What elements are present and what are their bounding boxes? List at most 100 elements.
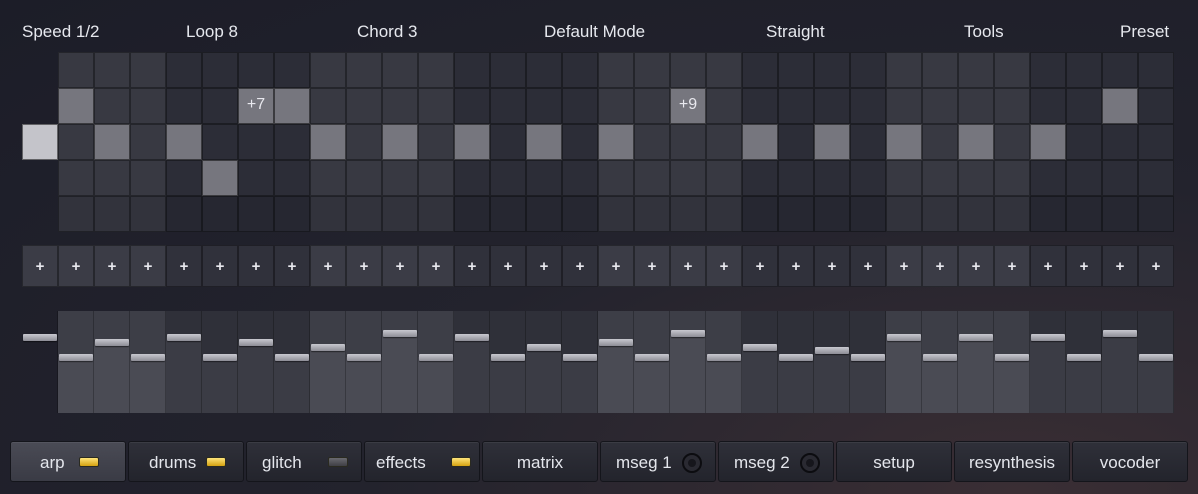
note-cell[interactable] [238, 52, 274, 88]
note-cell[interactable] [130, 52, 166, 88]
active-note[interactable] [454, 124, 490, 160]
velocity-lane[interactable] [562, 311, 598, 413]
velocity-handle[interactable] [1103, 330, 1137, 338]
velocity-handle[interactable] [563, 353, 597, 361]
add-step-button[interactable]: + [202, 245, 238, 287]
velocity-handle[interactable] [455, 333, 489, 341]
velocity-handle[interactable] [635, 353, 669, 361]
add-step-button[interactable]: + [1030, 245, 1066, 287]
note-cell[interactable] [958, 88, 994, 124]
note-cell[interactable] [94, 88, 130, 124]
note-cell[interactable] [562, 124, 598, 160]
note-cell[interactable] [58, 52, 94, 88]
add-step-button[interactable]: + [454, 245, 490, 287]
note-cell[interactable] [922, 196, 958, 232]
note-cell[interactable] [706, 160, 742, 196]
add-step-button[interactable]: + [814, 245, 850, 287]
velocity-lane[interactable] [850, 311, 886, 413]
active-note[interactable] [814, 124, 850, 160]
note-cell[interactable] [706, 88, 742, 124]
active-note[interactable] [598, 124, 634, 160]
note-cell[interactable] [58, 160, 94, 196]
velocity-lane[interactable] [814, 311, 850, 413]
note-cell[interactable] [202, 124, 238, 160]
note-cell[interactable] [526, 88, 562, 124]
add-step-button[interactable]: + [1066, 245, 1102, 287]
note-cell[interactable] [850, 160, 886, 196]
velocity-handle[interactable] [815, 346, 849, 354]
note-cell[interactable] [454, 160, 490, 196]
add-step-button[interactable]: + [418, 245, 454, 287]
note-cell[interactable] [346, 52, 382, 88]
note-cell[interactable] [274, 160, 310, 196]
velocity-lane[interactable] [346, 311, 382, 413]
note-cell[interactable] [742, 52, 778, 88]
note-cell[interactable] [958, 52, 994, 88]
add-step-button[interactable]: + [670, 245, 706, 287]
note-cell[interactable] [310, 52, 346, 88]
velocity-lane[interactable] [58, 311, 94, 413]
note-cell[interactable] [742, 160, 778, 196]
add-step-button[interactable]: + [274, 245, 310, 287]
velocity-handle[interactable] [851, 353, 885, 361]
note-cell[interactable] [850, 52, 886, 88]
active-note[interactable] [886, 124, 922, 160]
velocity-handle[interactable] [1031, 333, 1065, 341]
add-step-button[interactable]: + [742, 245, 778, 287]
note-cell[interactable] [886, 196, 922, 232]
add-step-button[interactable]: + [562, 245, 598, 287]
add-step-button[interactable]: + [94, 245, 130, 287]
add-step-button[interactable]: + [886, 245, 922, 287]
velocity-handle[interactable] [491, 353, 525, 361]
note-cell[interactable] [670, 196, 706, 232]
note-cell[interactable] [526, 160, 562, 196]
note-cell[interactable] [202, 52, 238, 88]
active-note[interactable] [1030, 124, 1066, 160]
note-cell[interactable] [382, 196, 418, 232]
note-cell[interactable] [1030, 88, 1066, 124]
tab-resynthesis[interactable]: resynthesis [954, 441, 1070, 482]
note-cell[interactable] [778, 88, 814, 124]
add-step-button[interactable]: + [1138, 245, 1174, 287]
note-cell[interactable] [886, 88, 922, 124]
note-cell[interactable] [1066, 52, 1102, 88]
tab-mseg-2[interactable]: mseg 2 [718, 441, 834, 482]
speed-menu[interactable]: Speed 1/2 [22, 22, 100, 42]
note-cell[interactable] [310, 196, 346, 232]
note-cell[interactable] [526, 196, 562, 232]
note-cell[interactable] [94, 52, 130, 88]
add-step-button[interactable]: + [58, 245, 94, 287]
note-cell[interactable] [382, 160, 418, 196]
velocity-lane[interactable] [922, 311, 958, 413]
active-note[interactable] [274, 88, 310, 124]
velocity-handle[interactable] [131, 353, 165, 361]
note-cell[interactable] [130, 88, 166, 124]
add-step-button[interactable]: + [238, 245, 274, 287]
note-cell[interactable] [1066, 88, 1102, 124]
add-step-button[interactable]: + [778, 245, 814, 287]
add-step-button[interactable]: + [382, 245, 418, 287]
tab-glitch[interactable]: glitch [246, 441, 362, 482]
note-cell[interactable] [814, 196, 850, 232]
note-cell[interactable] [418, 124, 454, 160]
active-note[interactable] [22, 124, 58, 160]
velocity-handle[interactable] [1139, 353, 1173, 361]
velocity-handle[interactable] [779, 353, 813, 361]
velocity-lane[interactable] [634, 311, 670, 413]
note-cell[interactable] [1030, 160, 1066, 196]
velocity-lane[interactable] [670, 311, 706, 413]
note-cell[interactable] [202, 196, 238, 232]
active-note[interactable] [58, 88, 94, 124]
note-cell[interactable] [562, 160, 598, 196]
note-cell[interactable] [886, 160, 922, 196]
note-cell[interactable] [886, 52, 922, 88]
note-cell[interactable] [166, 196, 202, 232]
active-note[interactable] [958, 124, 994, 160]
note-cell[interactable] [742, 196, 778, 232]
note-cell[interactable] [454, 52, 490, 88]
note-cell[interactable] [454, 196, 490, 232]
velocity-lane[interactable] [994, 311, 1030, 413]
active-note[interactable] [526, 124, 562, 160]
velocity-lane[interactable] [958, 311, 994, 413]
mode-menu[interactable]: Default Mode [544, 22, 645, 42]
